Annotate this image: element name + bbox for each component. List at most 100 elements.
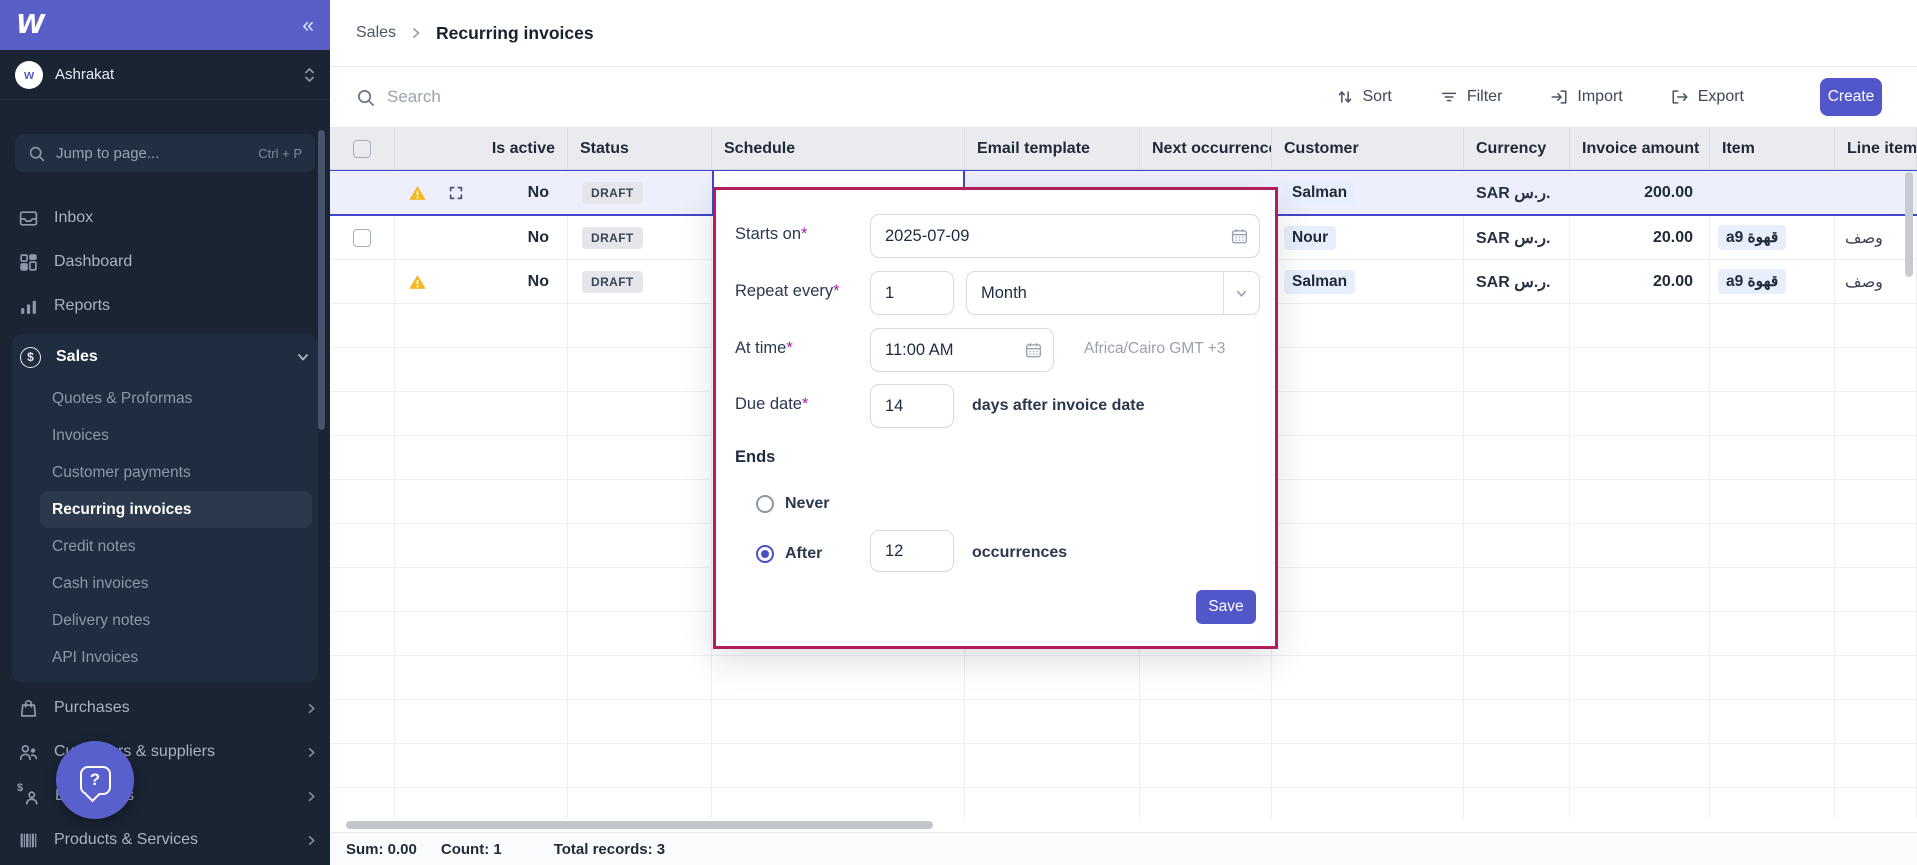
workspace-name: Ashrakat: [55, 66, 114, 83]
help-icon: ?: [80, 766, 111, 795]
sidebar-item-customers-suppliers[interactable]: Customers & suppliers: [0, 730, 330, 774]
sidebar-item-delivery-notes[interactable]: Delivery notes: [40, 602, 312, 639]
col-header-status[interactable]: Status: [568, 128, 712, 169]
sidebar-item-dashboard[interactable]: Dashboard: [0, 240, 330, 284]
radio-icon[interactable]: [756, 495, 774, 513]
reports-icon: [18, 296, 39, 317]
occurrences-input[interactable]: [870, 530, 954, 572]
ends-after-option[interactable]: After: [756, 545, 822, 563]
inbox-icon: [18, 208, 39, 229]
sidebar-item-inbox[interactable]: Inbox: [0, 196, 330, 240]
row-checkbox[interactable]: [353, 229, 371, 247]
sidebar-item-purchases[interactable]: Purchases: [0, 686, 330, 730]
purchases-icon: [18, 698, 39, 719]
at-time-input[interactable]: [870, 328, 1054, 372]
filter-icon: [1440, 88, 1458, 106]
col-header-customer[interactable]: Customer: [1272, 128, 1464, 169]
repeat-every-label: Repeat every*: [735, 282, 840, 301]
sidebar-item-cash-invoices[interactable]: Cash invoices: [40, 565, 312, 602]
export-button[interactable]: Export: [1671, 88, 1744, 106]
save-button[interactable]: Save: [1196, 590, 1256, 624]
repeat-unit-select[interactable]: Month: [966, 271, 1260, 315]
radio-icon-selected[interactable]: [756, 545, 774, 563]
starts-on-input[interactable]: [870, 214, 1260, 258]
search-box: [356, 87, 687, 107]
sales-section: $ Sales Quotes & Proformas Invoices Cust…: [12, 334, 318, 682]
sort-label: Sort: [1363, 88, 1392, 106]
import-label: Import: [1577, 88, 1622, 106]
chevron-right-icon: [305, 834, 318, 847]
breadcrumb: Sales Recurring invoices: [330, 0, 1917, 67]
col-header-is-active[interactable]: Is active: [395, 128, 568, 169]
workspace-switcher[interactable]: w Ashrakat: [0, 50, 330, 100]
sidebar-scrollbar[interactable]: [318, 130, 325, 430]
sidebar-item-sales[interactable]: $ Sales: [12, 334, 318, 380]
chevron-down-icon: [1223, 272, 1259, 314]
col-header-line-item[interactable]: Line item: [1835, 128, 1917, 169]
select-all-checkbox[interactable]: [353, 140, 371, 158]
customer-chip: Nour: [1284, 226, 1336, 250]
sidebar-header: W «: [0, 0, 330, 50]
jump-to-page[interactable]: Jump to page... Ctrl + P: [15, 134, 315, 172]
chevron-right-icon: [409, 26, 423, 40]
sort-button[interactable]: Sort: [1336, 88, 1392, 106]
avatar: w: [15, 61, 43, 89]
item-chip: قهوة a9: [1718, 269, 1786, 294]
horizontal-scrollbar[interactable]: [346, 821, 933, 829]
col-header-next-occurrence[interactable]: Next occurrence: [1140, 128, 1272, 169]
col-header-invoice-amount[interactable]: Invoice amount: [1570, 128, 1710, 169]
export-icon: [1671, 88, 1689, 106]
repeat-every-input[interactable]: [870, 271, 954, 315]
total-records-label: Total records: 3: [554, 841, 665, 858]
jump-placeholder: Jump to page...: [56, 145, 159, 162]
filter-button[interactable]: Filter: [1440, 88, 1503, 106]
warning-icon: [408, 184, 427, 202]
cell-invoice-amount: 20.00: [1570, 216, 1710, 259]
sidebar-item-credit-notes[interactable]: Credit notes: [40, 528, 312, 565]
sidebar-item-quotes-proformas[interactable]: Quotes & Proformas: [40, 380, 312, 417]
sidebar-item-invoices[interactable]: Invoices: [40, 417, 312, 454]
dashboard-icon: [18, 252, 39, 273]
sidebar-item-customer-payments[interactable]: Customer payments: [40, 454, 312, 491]
sidebar-item-reports[interactable]: Reports: [0, 284, 330, 328]
cell-currency: SAR ر.س.: [1464, 260, 1570, 303]
sidebar-item-products-services[interactable]: Products & Services: [0, 818, 330, 862]
table-vertical-scrollbar[interactable]: [1905, 172, 1913, 277]
filter-label: Filter: [1467, 88, 1503, 106]
cell-is-active: No: [528, 184, 549, 202]
starts-on-label: Starts on*: [735, 225, 807, 244]
import-button[interactable]: Import: [1550, 88, 1622, 106]
timezone-label: Africa/Cairo GMT +3: [1084, 340, 1225, 358]
expand-row-icon[interactable]: [447, 184, 465, 202]
help-button[interactable]: ?: [56, 741, 134, 819]
search-icon: [28, 145, 45, 162]
cell-currency: SAR ر.س.: [1464, 171, 1570, 214]
ends-never-option[interactable]: Never: [756, 495, 829, 513]
sidebar-item-recurring-invoices[interactable]: Recurring invoices: [40, 491, 312, 528]
products-services-icon: [18, 830, 39, 851]
collapse-sidebar-icon[interactable]: «: [302, 15, 314, 36]
occurrences-label: occurrences: [972, 544, 1067, 562]
sort-icon: [1336, 88, 1354, 106]
warning-icon: [408, 273, 427, 291]
col-header-currency[interactable]: Currency: [1464, 128, 1570, 169]
breadcrumb-section[interactable]: Sales: [356, 24, 396, 42]
employees-icon: $: [18, 785, 40, 807]
toolbar: Sort Filter Import Export Create: [330, 67, 1917, 128]
create-button[interactable]: Create: [1820, 78, 1882, 116]
col-header-item[interactable]: Item: [1710, 128, 1835, 169]
col-header-schedule[interactable]: Schedule: [712, 128, 965, 169]
schedule-dialog: Starts on* Repeat every* Month At time* …: [713, 187, 1278, 649]
sidebar-item-label: Sales: [56, 348, 98, 366]
sales-icon: $: [20, 347, 41, 368]
sidebar-item-api-invoices[interactable]: API Invoices: [40, 639, 312, 676]
due-date-input[interactable]: [870, 384, 954, 428]
after-label: After: [785, 545, 822, 563]
sidebar-item-employees[interactable]: $ Employees: [0, 774, 330, 818]
import-icon: [1550, 88, 1568, 106]
status-badge: DRAFT: [582, 227, 643, 249]
table-header: Is active Status Schedule Email template…: [330, 128, 1917, 170]
col-header-email-template[interactable]: Email template: [965, 128, 1140, 169]
search-input[interactable]: [387, 87, 687, 107]
sidebar-item-label: Products & Services: [54, 831, 198, 849]
